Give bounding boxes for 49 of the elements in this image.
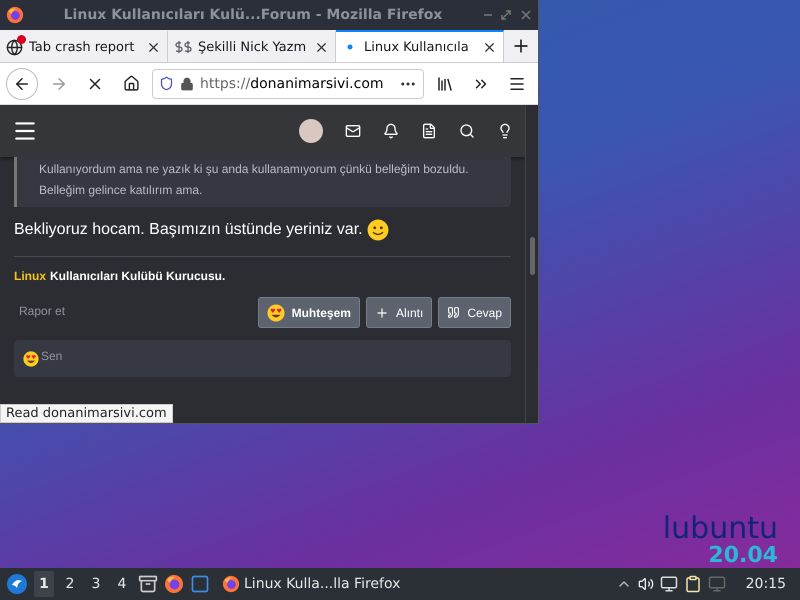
- avatar[interactable]: [299, 119, 323, 143]
- firefox-icon: [164, 574, 184, 594]
- firefox-icon: [222, 575, 240, 593]
- desktop-icon[interactable]: [190, 574, 210, 594]
- clock[interactable]: 20:15: [746, 576, 786, 592]
- taskbar-task[interactable]: Linux Kulla...lla Firefox: [222, 575, 400, 593]
- action-button[interactable]: Muhteşem: [258, 297, 360, 328]
- clipboard-icon[interactable]: [684, 575, 702, 593]
- quote-text: Kullanıyordum ama ne yazık ki şu anda kullanamıyorum çünkü belleğim bozuldu.: [39, 161, 470, 178]
- shield-icon[interactable]: [159, 76, 174, 91]
- report-link[interactable]: Rapor et: [19, 304, 66, 318]
- workspace-button[interactable]: 1: [34, 571, 54, 597]
- window-title: Linux Kullanıcıları Kulü...Forum - Mozilla Firefox: [62, 7, 444, 23]
- smiley-emoji-icon: [366, 219, 389, 241]
- reacted-by-text: Sen: [41, 348, 62, 362]
- version-text: 20.04: [708, 544, 778, 568]
- lock-icon[interactable]: [180, 76, 194, 90]
- bell-icon[interactable]: [383, 123, 399, 139]
- workspace-button[interactable]: 4: [112, 571, 132, 597]
- browser-tab[interactable]: Tab crash report: [0, 30, 168, 62]
- plus-icon: [374, 306, 389, 320]
- workspace-button[interactable]: 3: [86, 571, 106, 597]
- back-button[interactable]: [6, 68, 38, 100]
- library-icon[interactable]: [436, 74, 454, 92]
- status-tooltip: Read donanimarsivi.com: [0, 404, 173, 423]
- volume-icon[interactable]: [638, 576, 654, 592]
- address-field[interactable]: https://donanimarsivi.com: [152, 68, 424, 98]
- search-icon[interactable]: [459, 123, 475, 139]
- workspace-button[interactable]: 2: [60, 571, 80, 597]
- window-controls-icon: [482, 9, 532, 21]
- dollar-signs-icon: [174, 40, 192, 54]
- start-menu-icon[interactable]: [6, 573, 28, 595]
- brand-logo-text: lubuntu: [662, 514, 778, 544]
- message-text: Bekliyoruz hocam. Başımızın üstünde yeriniz var.: [14, 221, 363, 239]
- signature-highlight: Linux: [14, 269, 46, 283]
- home-icon[interactable]: [122, 75, 140, 92]
- heart-eyes-emoji-icon: [266, 304, 285, 322]
- browser-tab[interactable]: Linux Kullanıcıla: [336, 30, 504, 62]
- quote-icon: [447, 306, 460, 319]
- action-button[interactable]: Alıntı: [366, 297, 432, 328]
- scrollbar[interactable]: [525, 105, 538, 423]
- firefox-icon: [6, 6, 24, 24]
- action-button[interactable]: Cevap: [438, 297, 511, 328]
- signature-text: Kullanıcıları Kulübü Kurucusu.: [50, 269, 226, 283]
- quote-text: Belleğim gelince katılırım ama.: [39, 182, 204, 199]
- document-icon[interactable]: [421, 123, 437, 139]
- file-manager-icon[interactable]: [138, 574, 158, 594]
- heart-eyes-emoji-icon: [23, 350, 39, 366]
- mail-icon[interactable]: [345, 123, 361, 139]
